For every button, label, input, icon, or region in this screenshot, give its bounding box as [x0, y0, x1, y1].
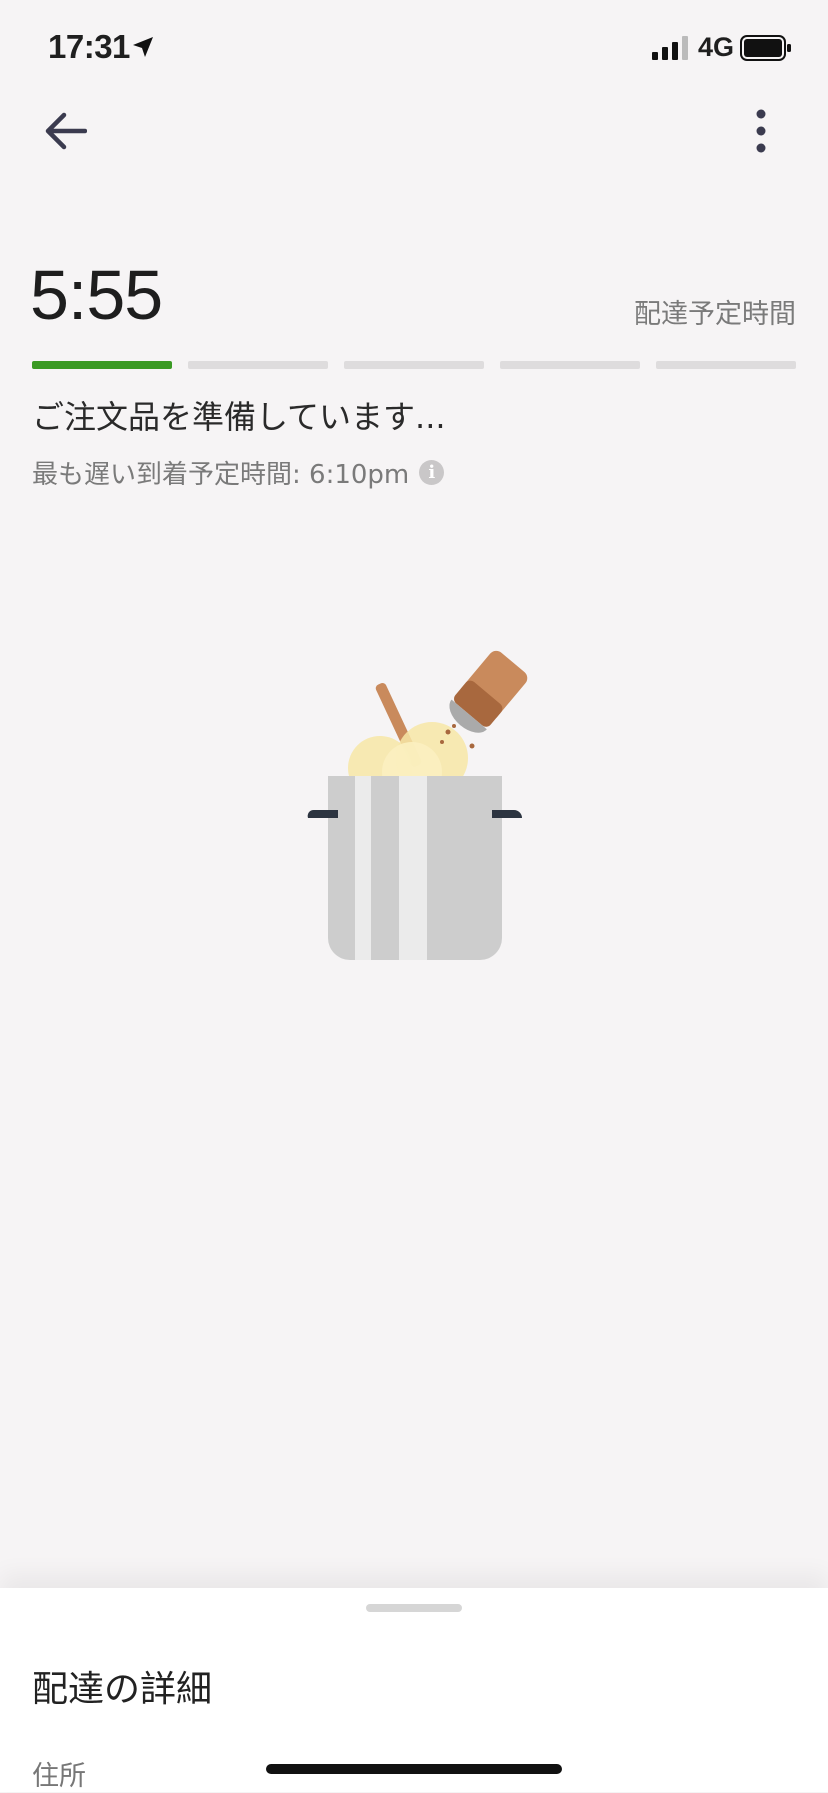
cellular-signal-icon — [652, 36, 688, 60]
more-options-button[interactable] — [740, 100, 782, 162]
more-vertical-icon — [756, 109, 766, 153]
eta-label: 配達予定時間 — [634, 299, 796, 330]
delivery-progress-bar — [32, 361, 796, 369]
address-label: 住所 — [32, 1761, 86, 1792]
progress-step — [656, 361, 796, 369]
order-status-message: ご注文品を準備しています... — [32, 398, 446, 436]
delivery-details-sheet[interactable]: 配達の詳細 住所 — [0, 1588, 828, 1792]
back-button[interactable] — [34, 104, 96, 158]
cooking-pot-illustration — [307, 650, 528, 960]
location-arrow-icon — [133, 37, 153, 57]
progress-step — [32, 361, 172, 369]
info-icon[interactable]: i — [419, 460, 445, 485]
sheet-drag-handle[interactable] — [366, 1604, 462, 1612]
battery-icon — [740, 35, 791, 61]
back-arrow-icon — [45, 112, 87, 150]
status-time: 17:31 — [48, 28, 130, 65]
progress-step — [500, 361, 640, 369]
progress-step — [188, 361, 328, 369]
latest-arrival-text: 最も遅い到着予定時間: 6:10pm — [32, 460, 410, 490]
eta-time: 5:55 — [30, 256, 163, 334]
home-indicator[interactable] — [266, 1764, 562, 1774]
network-type: 4G — [698, 32, 735, 62]
status-bar: 17:31 4G — [0, 0, 828, 100]
sheet-title: 配達の詳細 — [32, 1669, 213, 1710]
latest-arrival-row: 最も遅い到着予定時間: 6:10pm i — [32, 454, 445, 491]
progress-step — [344, 361, 484, 369]
